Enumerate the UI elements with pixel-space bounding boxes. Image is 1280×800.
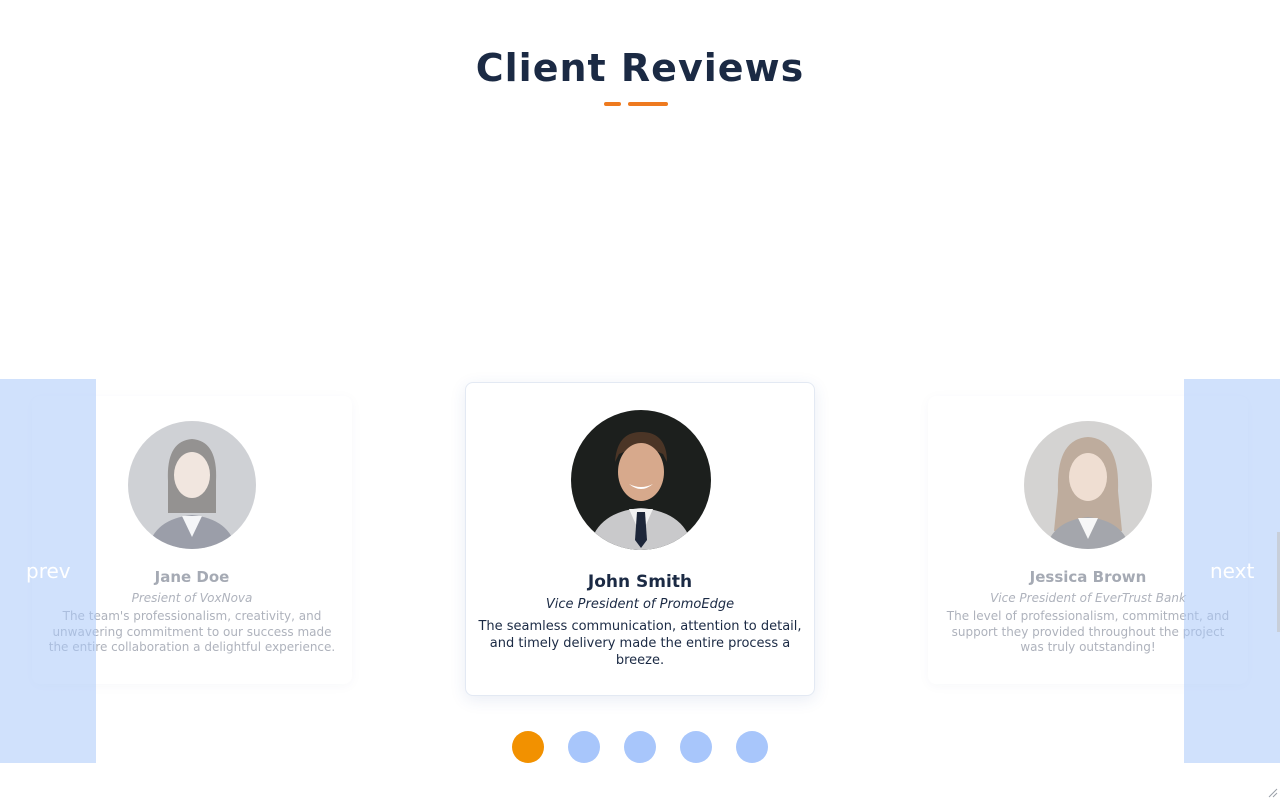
reviewer-role: Vice President of PromoEdge <box>545 597 735 612</box>
title-underline <box>604 102 668 106</box>
portrait-woman-icon <box>1024 421 1152 549</box>
page: Client Reviews Jane Doe Presient of VoxN… <box>0 0 1280 800</box>
pagination-dot-5[interactable] <box>736 731 768 763</box>
avatar <box>1024 421 1152 549</box>
next-label: next <box>1210 559 1255 583</box>
reviewer-name: John Smith <box>587 572 693 592</box>
avatar <box>128 421 256 549</box>
pagination-dot-3[interactable] <box>624 731 656 763</box>
carousel-prev-button[interactable]: prev <box>0 379 96 763</box>
resize-grip-icon[interactable] <box>1266 786 1278 798</box>
review-text: The seamless communication, attention to… <box>478 619 802 668</box>
title-underline-long <box>628 102 668 106</box>
avatar <box>571 410 711 550</box>
carousel-pagination <box>512 731 768 763</box>
title-underline-short <box>604 102 621 106</box>
portrait-man-icon <box>571 410 711 550</box>
section-title: Client Reviews <box>475 46 805 90</box>
pagination-dot-1[interactable] <box>512 731 544 763</box>
portrait-woman-icon <box>128 421 256 549</box>
pagination-dot-2[interactable] <box>568 731 600 763</box>
carousel-next-button[interactable]: next <box>1184 379 1280 763</box>
pagination-dot-4[interactable] <box>680 731 712 763</box>
prev-label: prev <box>26 559 71 583</box>
review-card-active: John Smith Vice President of PromoEdge T… <box>465 382 815 696</box>
